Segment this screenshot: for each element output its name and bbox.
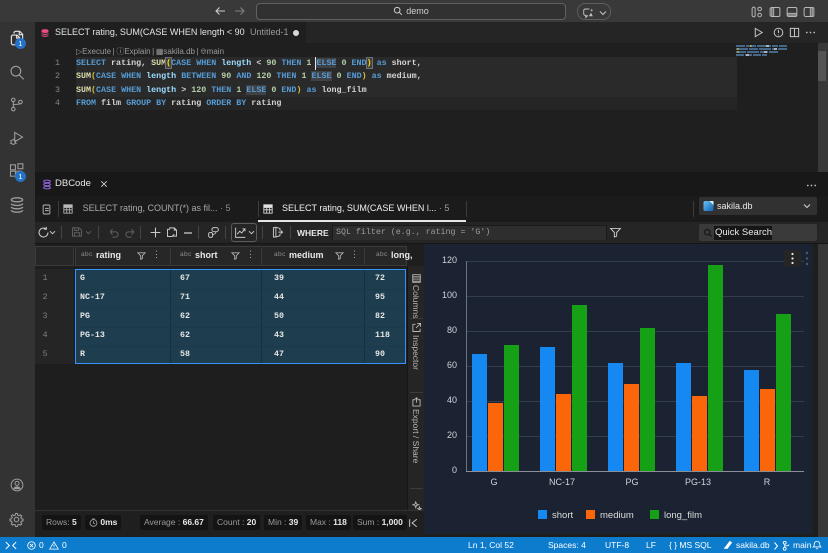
svg-text:short: short [552,510,573,521]
svg-text:0: 0 [452,465,457,475]
svg-text:R: R [764,477,771,487]
svg-text:60: 60 [447,360,457,370]
svg-text:G: G [490,477,497,487]
svg-text:PG-13: PG-13 [685,477,711,487]
svg-text:80: 80 [447,325,457,335]
svg-text:120: 120 [442,255,457,265]
svg-text:medium: medium [600,510,634,521]
svg-text:NC-17: NC-17 [549,477,575,487]
svg-text:100: 100 [442,290,457,300]
svg-text:40: 40 [447,395,457,405]
svg-text:PG: PG [625,477,638,487]
svg-text:20: 20 [447,430,457,440]
svg-text:long_film: long_film [664,510,702,521]
